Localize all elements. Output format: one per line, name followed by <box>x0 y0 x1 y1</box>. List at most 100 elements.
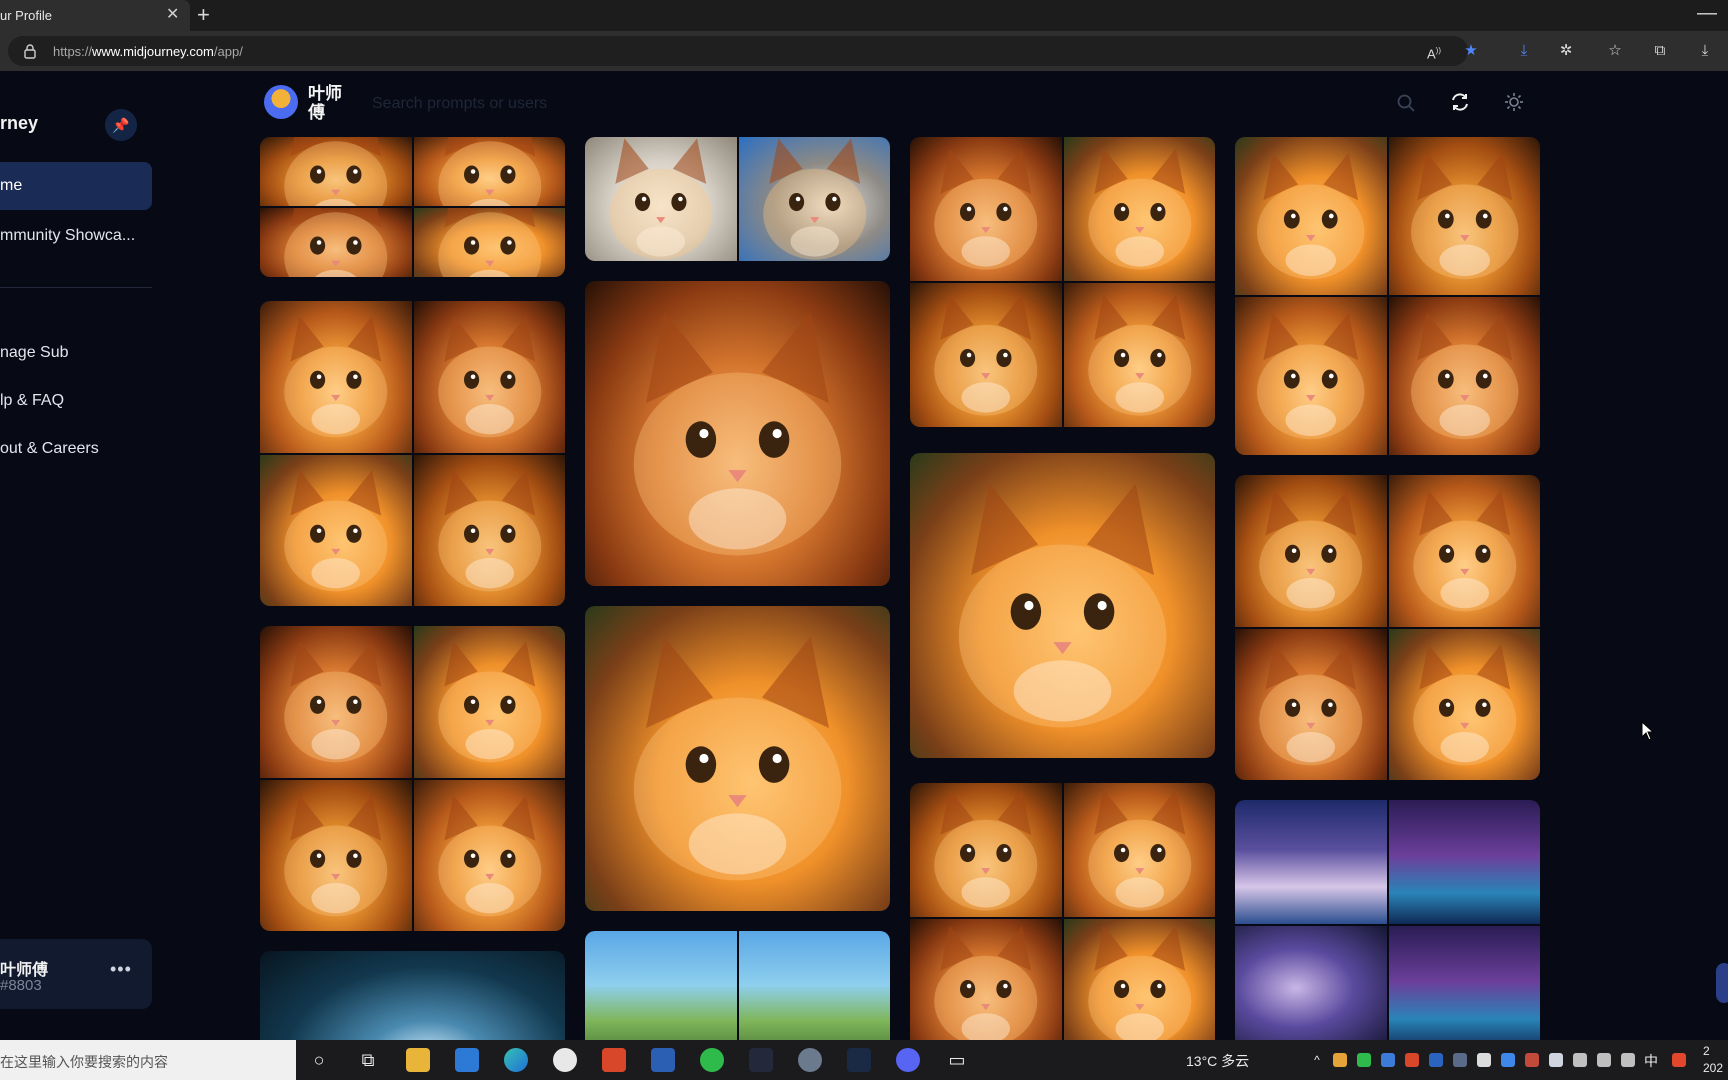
favorite-star-icon[interactable]: ★ <box>1461 41 1481 61</box>
tray-security-icon[interactable] <box>1381 1053 1395 1067</box>
word-icon[interactable] <box>651 1048 675 1072</box>
task-view-icon[interactable]: ⧉ <box>356 1048 380 1072</box>
image-cell[interactable] <box>1388 475 1540 627</box>
new-tab-button[interactable]: + <box>197 3 210 27</box>
discord-icon[interactable] <box>896 1048 920 1072</box>
tray-app-icon[interactable] <box>1525 1053 1539 1067</box>
image-cell[interactable] <box>1235 800 1387 924</box>
image-tile[interactable] <box>585 281 890 586</box>
downloads-icon[interactable]: ⤓ <box>1695 41 1715 61</box>
image-cell[interactable] <box>585 931 737 1040</box>
image-cell[interactable] <box>910 137 1062 281</box>
app-icon[interactable] <box>749 1048 773 1072</box>
weather-widget[interactable]: 13°C 多云 <box>1186 1051 1249 1071</box>
tray-cloud-icon[interactable] <box>1549 1053 1563 1067</box>
image-cell[interactable] <box>1235 628 1387 780</box>
tab-close-icon[interactable]: ✕ <box>166 6 179 24</box>
image-tile[interactable] <box>260 301 565 606</box>
image-cell[interactable] <box>413 208 565 277</box>
search-input[interactable] <box>372 89 1372 119</box>
image-cell[interactable] <box>1388 800 1540 924</box>
favorites-icon[interactable]: ☆ <box>1605 41 1625 61</box>
office-icon[interactable] <box>602 1048 626 1072</box>
brand-name[interactable]: rney <box>0 113 38 134</box>
image-tile[interactable] <box>910 453 1215 758</box>
image-cell[interactable] <box>910 283 1062 427</box>
image-cell[interactable] <box>738 931 890 1040</box>
image-tile[interactable] <box>1235 137 1540 455</box>
image-cell[interactable] <box>413 779 565 931</box>
image-cell[interactable] <box>413 454 565 606</box>
image-cell[interactable] <box>585 606 890 911</box>
sidebar-link-manage-sub[interactable]: nage Sub <box>0 337 152 369</box>
input-method-indicator[interactable]: 中 <box>1644 1051 1658 1071</box>
image-cell[interactable] <box>413 626 565 778</box>
image-cell[interactable] <box>413 301 565 453</box>
tray-app-icon[interactable] <box>1333 1053 1347 1067</box>
image-cell[interactable] <box>910 919 1062 1040</box>
image-cell[interactable] <box>260 454 412 606</box>
image-cell[interactable] <box>260 951 565 1040</box>
image-cell[interactable] <box>1063 783 1215 917</box>
download-icon[interactable]: ⤓ <box>1514 41 1534 61</box>
header-username[interactable]: 叶师傅 <box>308 84 348 122</box>
image-tile[interactable] <box>1235 475 1540 780</box>
image-cell[interactable] <box>1388 137 1540 295</box>
tray-overflow-icon[interactable]: ^ <box>1305 1048 1329 1072</box>
extensions-icon[interactable]: ✲ <box>1556 41 1576 61</box>
image-cell[interactable] <box>1063 137 1215 281</box>
image-tile[interactable] <box>910 783 1215 1040</box>
sidebar-link-about-careers[interactable]: out & Careers <box>0 433 152 465</box>
refresh-icon[interactable] <box>1449 91 1471 113</box>
tray-app-icon[interactable] <box>1405 1053 1419 1067</box>
search-icon[interactable] <box>1396 93 1416 113</box>
tray-mic-icon[interactable] <box>1477 1053 1491 1067</box>
tray-wechat-icon[interactable] <box>1357 1053 1371 1067</box>
tray-volume-icon[interactable] <box>1597 1053 1611 1067</box>
minimize-button[interactable]: — <box>1697 2 1717 25</box>
image-cell[interactable] <box>1235 926 1387 1040</box>
user-card[interactable]: 叶师傅 #8803 ••• <box>0 939 152 1009</box>
edge-icon[interactable] <box>504 1048 528 1072</box>
image-cell[interactable] <box>1063 919 1215 1040</box>
image-cell[interactable] <box>585 281 890 586</box>
camera-icon[interactable]: ▭ <box>945 1048 969 1072</box>
image-cell[interactable] <box>260 626 412 778</box>
pin-icon[interactable]: 📌 <box>105 109 137 141</box>
image-cell[interactable] <box>260 137 412 206</box>
image-tile[interactable] <box>585 931 890 1040</box>
tray-network-icon[interactable] <box>1621 1053 1635 1067</box>
theme-toggle-icon[interactable] <box>1504 92 1524 112</box>
image-cell[interactable] <box>260 301 412 453</box>
image-cell[interactable] <box>1235 137 1387 295</box>
image-tile[interactable] <box>260 951 565 1040</box>
image-cell[interactable] <box>260 208 412 277</box>
cortana-icon[interactable]: ○ <box>307 1048 331 1072</box>
file-explorer-icon[interactable] <box>406 1048 430 1072</box>
tray-ime-icon[interactable] <box>1672 1053 1686 1067</box>
image-tile[interactable] <box>260 137 565 277</box>
image-cell[interactable] <box>413 137 565 206</box>
image-cell[interactable] <box>260 779 412 931</box>
image-cell[interactable] <box>585 137 737 261</box>
image-cell[interactable] <box>1063 283 1215 427</box>
image-cell[interactable] <box>1235 297 1387 455</box>
image-tile[interactable] <box>260 626 565 931</box>
avatar[interactable] <box>264 85 298 119</box>
tray-bluetooth-icon[interactable] <box>1501 1053 1515 1067</box>
image-cell[interactable] <box>1388 926 1540 1040</box>
more-menu-icon[interactable]: ••• <box>110 959 132 980</box>
image-tile[interactable] <box>910 137 1215 427</box>
browser-tab[interactable]: ur Profile ✕ <box>0 0 190 31</box>
wechat-icon[interactable] <box>700 1048 724 1072</box>
app-icon[interactable] <box>553 1048 577 1072</box>
mail-icon[interactable] <box>455 1048 479 1072</box>
sidebar-item-community-showcase[interactable]: mmunity Showca... <box>0 216 152 256</box>
image-tile[interactable] <box>1235 800 1540 1040</box>
image-cell[interactable] <box>910 783 1062 917</box>
steam-icon[interactable] <box>847 1048 871 1072</box>
url-field[interactable]: https://www.midjourney.com/app/ <box>8 36 1468 66</box>
image-cell[interactable] <box>738 137 890 261</box>
image-cell[interactable] <box>910 453 1215 758</box>
tray-app-icon[interactable] <box>1429 1053 1443 1067</box>
